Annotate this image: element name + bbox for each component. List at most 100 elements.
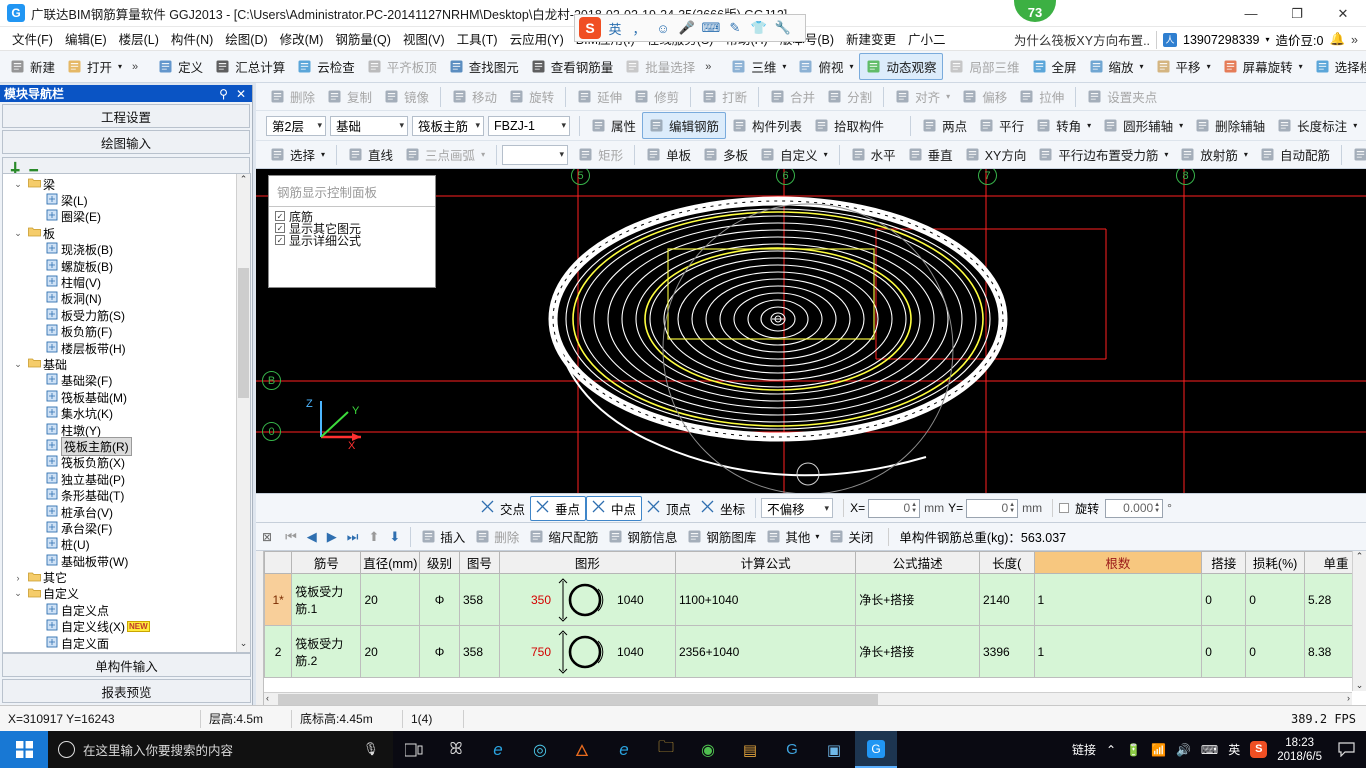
start-button[interactable] xyxy=(0,731,48,768)
minimize-button[interactable]: — xyxy=(1228,0,1274,27)
chevron-down-icon[interactable]: ▾ xyxy=(1299,62,1303,71)
grid-nav-0[interactable]: ⏮ xyxy=(280,529,302,545)
component-type-select[interactable]: 筏板主筋 ▾ xyxy=(412,115,484,136)
chevron-down-icon[interactable]: ▾ xyxy=(824,150,828,159)
chevron-down-icon[interactable]: ▾ xyxy=(118,62,122,71)
menu-item-工具t[interactable]: 工具(T) xyxy=(451,27,504,50)
ggj-app-icon[interactable]: G xyxy=(855,731,897,768)
table-horizontal-scrollbar[interactable]: ‹ › xyxy=(264,692,1352,705)
drawing-number-cell[interactable]: 358 xyxy=(458,573,500,626)
chevron-down-icon[interactable]: ▾ xyxy=(815,532,819,541)
tree-node-item-基础梁f[interactable]: 基础梁(F) xyxy=(3,373,235,389)
row-number-cell[interactable]: 1* xyxy=(263,573,293,626)
internet-explorer-icon[interactable]: e xyxy=(603,731,645,768)
count-cell[interactable]: 1 xyxy=(1033,625,1203,678)
expander-icon[interactable]: ⌄ xyxy=(11,588,25,599)
menu-item-文件f[interactable]: 文件(F) xyxy=(6,27,59,50)
cortana-icon[interactable]: ◎ xyxy=(519,731,561,768)
tree-node-item-桩承台v[interactable]: 桩承台(V) xyxy=(3,504,235,520)
checkbox-row[interactable]: ✓ 显示详细公式 xyxy=(275,234,435,248)
chevron-down-icon[interactable]: ▾ xyxy=(561,120,566,131)
hscroll-thumb[interactable] xyxy=(278,694,878,705)
checkbox-show-detail-formula[interactable]: ✓ xyxy=(275,235,285,245)
sidebar-button-drawing-input[interactable]: 绘图输入 xyxy=(2,130,250,154)
snap-item-顶点[interactable]: 顶点 xyxy=(642,497,696,520)
chevron-down-icon[interactable]: ▾ xyxy=(946,92,950,101)
item-查找图元-button[interactable]: 查找图元 xyxy=(443,54,525,79)
volume-icon[interactable]: 🔊 xyxy=(1176,743,1191,757)
tree-node-item-筏板负筋x[interactable]: 筏板负筋(X) xyxy=(3,455,235,471)
table-row[interactable]: 1* 筏板受力筋.1 20 Φ 358 350 1040 1100+1040 净长+搭接 2140… xyxy=(263,573,1366,626)
item-单板-button[interactable]: 单板 xyxy=(640,142,697,167)
item-交换左右标注-button[interactable]: 交换左右标注 xyxy=(1347,142,1366,167)
column-header-item-长度[interactable]: 长度( xyxy=(978,551,1035,574)
lap-cell[interactable]: 0 xyxy=(1201,625,1247,678)
table-vertical-scrollbar[interactable]: ⌃ ⌄ xyxy=(1352,551,1366,691)
column-header-item-图号[interactable]: 图号 xyxy=(458,551,500,574)
ime-keyboard-icon[interactable]: ⌨ xyxy=(701,20,721,36)
rebar-data-table[interactable]: 筋号 直径(mm) 级别 图号 图形 计算公式 公式描述 长度(根数 搭接 损耗(%) 单重 1* 筏… xyxy=(263,551,1366,678)
item-其他-button[interactable]: 其他 ▾ xyxy=(761,525,824,548)
toolbar-overflow-2[interactable]: » xyxy=(701,61,715,73)
chevron-down-icon[interactable]: ▾ xyxy=(1164,150,1168,159)
x-offset-input[interactable]: 0 ▲ ▼ xyxy=(868,498,921,518)
chevron-down-icon[interactable]: ▾ xyxy=(1140,62,1144,71)
menu-item-绘图d[interactable]: 绘图(D) xyxy=(219,27,273,50)
tree-node-item-梁[interactable]: ⌄ 梁 xyxy=(3,176,235,192)
length-cell[interactable]: 2140 xyxy=(978,573,1035,626)
item-新建-button[interactable]: 新建 xyxy=(4,54,61,79)
offset-mode-select[interactable]: 不偏移 ▾ xyxy=(761,498,834,518)
tree-node-item-梁l[interactable]: 梁(L) xyxy=(3,192,235,208)
promo-link[interactable]: 为什么筏板XY方向布置.. xyxy=(1014,30,1150,49)
account-phone[interactable]: 13907298339 xyxy=(1183,33,1259,47)
apps-icon[interactable]: ꕤ xyxy=(435,731,477,768)
ime-handwriting-icon[interactable]: ✎ xyxy=(725,20,745,36)
ime-emoji-icon[interactable]: ☺ xyxy=(653,21,673,36)
loss-cell[interactable]: 0 xyxy=(1245,625,1305,678)
chevron-down-icon[interactable]: ▾ xyxy=(1179,121,1183,130)
column-header-item-搭接[interactable]: 搭接 xyxy=(1201,551,1247,574)
column-header-item-直径mm[interactable]: 直径(mm) xyxy=(360,551,421,574)
snap-item-坐标[interactable]: 坐标 xyxy=(696,497,750,520)
menu-item-视图v[interactable]: 视图(V) xyxy=(397,27,451,50)
chevron-up-icon[interactable]: ⌃ xyxy=(1106,743,1116,757)
grid-handle-icon[interactable]: ⊠ xyxy=(262,530,272,544)
chrome-icon[interactable]: ◉ xyxy=(687,731,729,768)
item-屏幕旋转-button[interactable]: 屏幕旋转 ▾ xyxy=(1217,54,1309,79)
column-header-item-计算公式[interactable]: 计算公式 xyxy=(674,551,857,574)
item-放射筋-button[interactable]: 放射筋 ▾ xyxy=(1174,142,1254,167)
formula-cell[interactable]: 2356+1040 xyxy=(674,625,857,678)
file-explorer-icon[interactable]: 🗀 xyxy=(645,731,687,768)
app-g-icon[interactable]: G xyxy=(771,731,813,768)
menu-item-构件n[interactable]: 构件(N) xyxy=(165,27,219,50)
rebar-display-control-panel[interactable]: 钢筋显示控制面板 ✓ 底筋 ✓ 显示其它图元 ✓ 显示详细公式 xyxy=(268,175,436,288)
column-header-item-筋号[interactable]: 筋号 xyxy=(291,551,362,574)
formula-cell[interactable]: 1100+1040 xyxy=(674,573,857,626)
checkbox-show-other-elements[interactable]: ✓ xyxy=(275,223,285,233)
chevron-down-icon[interactable]: ▾ xyxy=(782,62,786,71)
diameter-cell[interactable]: 20 xyxy=(360,573,421,626)
item-缩放-button[interactable]: 缩放 ▾ xyxy=(1083,54,1150,79)
taskbar-clock[interactable]: 18:23 2018/6/5 xyxy=(1277,736,1322,764)
tree-node-item-自定义线x[interactable]: 自定义线(X) NEW xyxy=(3,619,235,635)
category-select[interactable]: 基础 ▾ xyxy=(330,115,408,136)
grid-nav-3[interactable]: ⏭ xyxy=(342,529,364,545)
tree-node-item-自定义[interactable]: ⌄ 自定义 xyxy=(3,586,235,602)
chevron-down-icon[interactable]: ▾ xyxy=(1266,35,1270,44)
notification-badge[interactable]: 73 xyxy=(1014,0,1056,22)
item-自定义-button[interactable]: 自定义 ▾ xyxy=(754,142,834,167)
battery-icon[interactable]: 🔋 xyxy=(1126,743,1141,757)
scroll-down-icon[interactable]: ⌄ xyxy=(237,638,250,652)
menu-item-编辑e[interactable]: 编辑(E) xyxy=(59,27,113,50)
item-平行边布置受力筋-button[interactable]: 平行边布置受力筋 ▾ xyxy=(1032,142,1174,167)
menu-item-楼层l[interactable]: 楼层(L) xyxy=(113,27,165,50)
menu-item-新建变更[interactable]: 新建变更 xyxy=(840,27,902,50)
item-钢筋信息-button[interactable]: 钢筋信息 xyxy=(603,525,682,548)
item-全屏-button[interactable]: 全屏 xyxy=(1026,54,1083,79)
item-拾取构件-button[interactable]: 拾取构件 xyxy=(808,113,890,138)
column-header-item-根数[interactable]: 根数 xyxy=(1033,551,1203,574)
tree-node-item-楼层板带h[interactable]: 楼层板带(H) xyxy=(3,340,235,356)
item-云检查-button[interactable]: 云检查 xyxy=(291,54,361,79)
sidebar-button-project-settings[interactable]: 工程设置 xyxy=(2,104,250,128)
rebar-name-cell[interactable]: 筏板受力筋.1 xyxy=(291,573,362,626)
